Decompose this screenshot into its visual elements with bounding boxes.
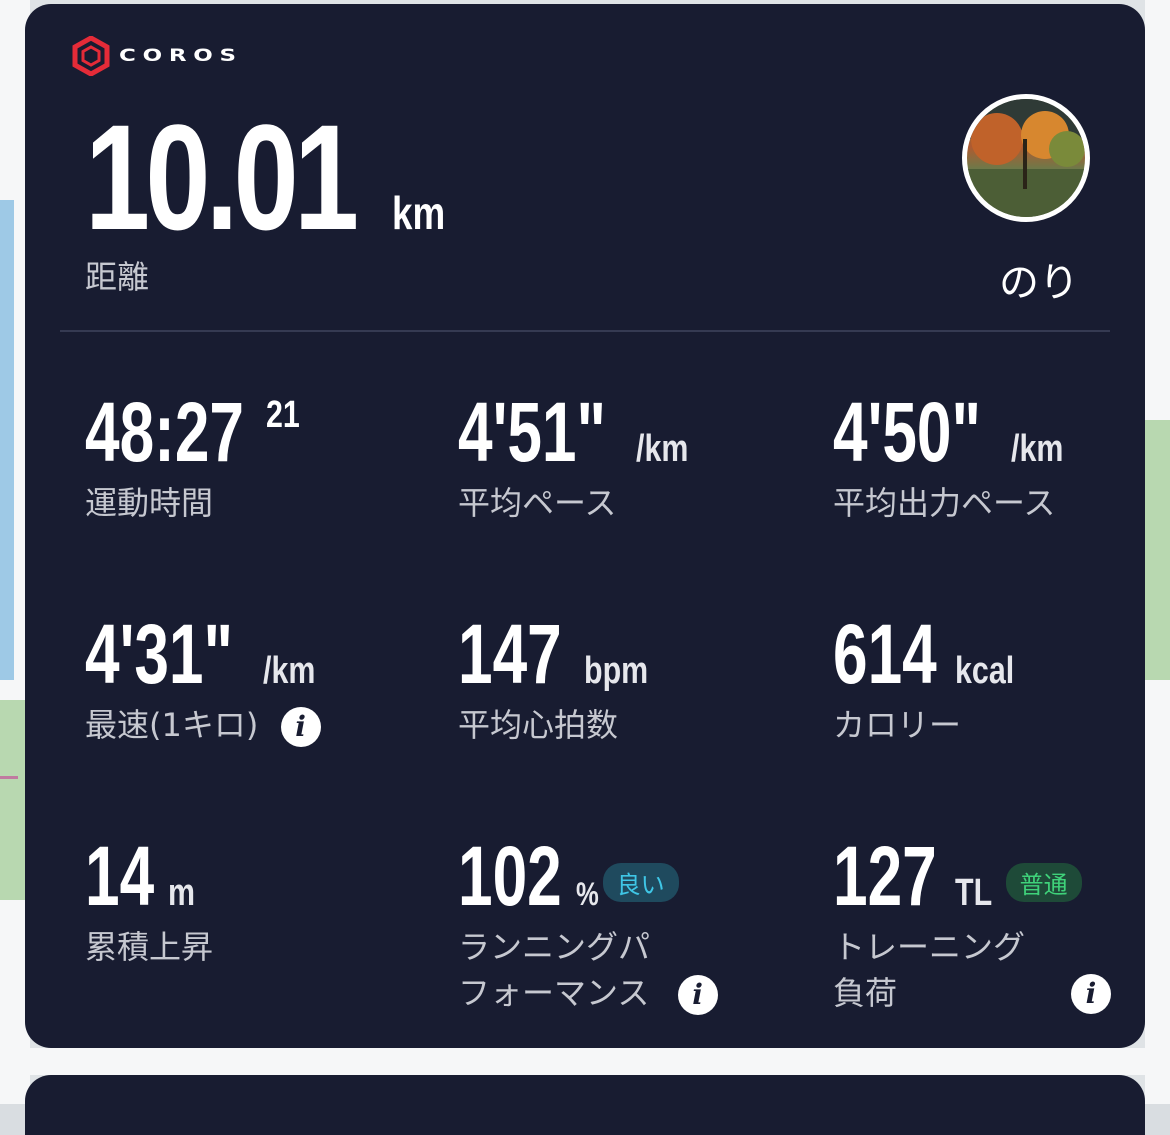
stat-label-line1: ランニングパ (458, 928, 651, 966)
stat-unit: /km (262, 650, 316, 692)
stat-value: 4'51" (458, 385, 606, 479)
stat-unit: m (168, 872, 196, 914)
info-icon[interactable]: i (280, 707, 321, 747)
stat-training-load: 127 TL 普通 トレーニング 負荷 i (833, 834, 1123, 1017)
stat-label-row: 最速(1キロ) i (85, 702, 328, 748)
next-card (25, 1075, 1145, 1135)
stat-unit: % (576, 876, 599, 912)
stat-avg-pace: 4'51" /km 平均ペース (458, 390, 701, 526)
distance-unit: km (392, 187, 446, 239)
stat-label-line2: フォーマンス (458, 974, 650, 1013)
stat-label-row: 負荷 i (833, 970, 1123, 1016)
stat-unit: TL (955, 872, 993, 914)
stat-label: カロリー (833, 706, 962, 744)
stat-value: 14 (85, 829, 155, 923)
stat-unit: kcal (955, 650, 1015, 692)
stat-value: 4'50" (833, 385, 981, 479)
stat-value: 127 (833, 829, 937, 923)
stat-value: 4'31" (85, 607, 233, 701)
info-icon[interactable]: i (677, 975, 718, 1016)
avatar[interactable] (962, 94, 1090, 222)
stat-unit: /km (635, 428, 689, 470)
stat-label: 累積上昇 (85, 928, 214, 966)
distance-value: 10.01 (85, 93, 359, 261)
stat-fastest-km: 4'31" /km 最速(1キロ) i (85, 612, 328, 748)
stat-label-row: フォーマンス i (458, 970, 718, 1016)
avatar-photo (967, 99, 1085, 217)
stat-label: 運動時間 (85, 484, 214, 522)
stat-unit: /km (1010, 428, 1064, 470)
stat-calories: 614 kcal カロリー (833, 612, 1029, 748)
stat-value: 147 (458, 607, 562, 701)
stat-label-line2: 負荷 (833, 974, 898, 1013)
stat-avg-heart-rate: 147 bpm 平均心拍数 (458, 612, 664, 748)
stat-sup: 21 (265, 394, 300, 436)
stat-label: 平均心拍数 (458, 706, 619, 744)
stat-value: 102 (458, 829, 562, 923)
distance-label: 距離 (85, 258, 150, 296)
stat-duration: 48:27 21 運動時間 (85, 390, 308, 526)
distance-display: 10.01 km (85, 102, 459, 252)
user-name: のり (999, 260, 1079, 306)
stat-label: 最速(1キロ) (85, 706, 259, 744)
brand-name: COROS (119, 46, 243, 66)
stat-elevation-gain: 14 m 累積上昇 (85, 834, 213, 970)
brand-logo: COROS (71, 36, 236, 76)
status-badge: 良い (602, 863, 679, 902)
stat-unit: bpm (584, 650, 649, 692)
stat-label: 平均ペース (458, 484, 617, 522)
status-badge: 普通 (1005, 863, 1082, 902)
stat-avg-power-pace: 4'50" /km 平均出力ペース (833, 390, 1076, 526)
stat-running-performance: 102 % 良い ランニングパ フォーマンス i (458, 834, 718, 1017)
info-icon[interactable]: i (1071, 974, 1111, 1015)
coros-hexagon-icon (72, 36, 110, 76)
stat-value: 48:27 (85, 385, 244, 479)
divider (60, 330, 1110, 332)
activity-summary-card: COROS 10.01 km 距離 のり 48:27 21 運動時間 4'51"… (25, 4, 1145, 1048)
stat-label-line1: トレーニング (833, 928, 1026, 966)
stat-value: 614 (833, 607, 937, 701)
stat-label: 平均出力ペース (833, 484, 1056, 522)
